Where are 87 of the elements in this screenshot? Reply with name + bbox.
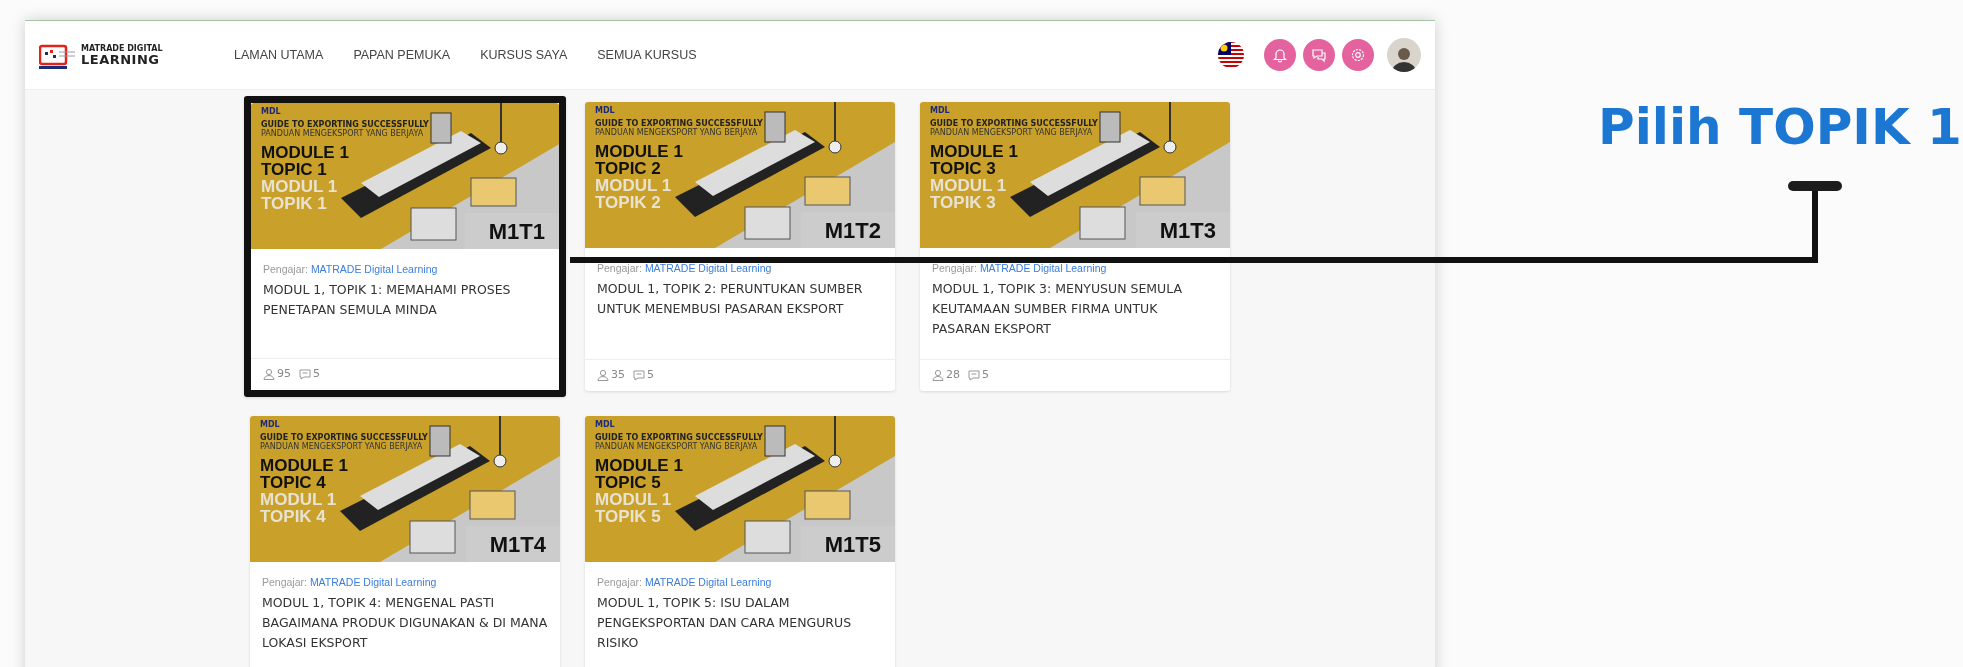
- banner-heading: MODULE 1: [260, 457, 349, 474]
- course-card[interactable]: [250, 416, 560, 667]
- banner-guide-text: GUIDE TO EXPORTING SUCCESSFULLY: [261, 120, 429, 129]
- banner-guide-text: PANDUAN MENGEKSPORT YANG BERJAYA: [260, 442, 424, 451]
- banner-guide-text: PANDUAN MENGEKSPORT YANG BERJAYA: [595, 442, 759, 451]
- person-icon: [263, 367, 275, 380]
- instructor-line: Pengajar: MATRADE Digital Learning: [597, 576, 773, 588]
- course-code-label: M1T5: [800, 526, 895, 562]
- course-title[interactable]: MODUL 1, TOPIK 2: PERUNTUKAN SUMBER UNTUK MENEMBUSI PASARAN EKSPORT: [597, 279, 883, 319]
- nav-link[interactable]: PAPAN PEMUKA: [338, 48, 466, 62]
- banner-logo-text: MDL: [595, 420, 616, 429]
- instructor-line: Pengajar: MATRADE Digital Learning: [263, 263, 439, 275]
- course-card[interactable]: [585, 416, 895, 667]
- banner-logo-text: MDL: [261, 107, 282, 116]
- logo-text: MATRADE DIGITAL: [81, 44, 163, 53]
- nav-link[interactable]: LAMAN UTAMA: [219, 48, 339, 62]
- banner-heading: MODUL 1: [595, 177, 673, 194]
- instructor-line: Pengajar: MATRADE Digital Learning: [262, 576, 438, 588]
- course-title[interactable]: MODUL 1, TOPIK 1: MEMAHAMI PROSES PENETAPAN SEMULA MINDA: [263, 280, 547, 320]
- instructor-link[interactable]: MATRADE Digital Learning: [979, 262, 1107, 274]
- nav-link[interactable]: KURSUS SAYA: [465, 48, 583, 62]
- instructor-link[interactable]: MATRADE Digital Learning: [310, 263, 438, 275]
- banner-guide-text: PANDUAN MENGEKSPORT YANG BERJAYA: [261, 129, 425, 138]
- course-title[interactable]: MODUL 1, TOPIK 3: MENYUSUN SEMULA KEUTAMAAN SUMBER FIRMA UNTUK PASARAN EKSPORT: [932, 279, 1218, 339]
- course-card[interactable]: [920, 102, 1230, 391]
- banner-guide-text: PANDUAN MENGEKSPORT YANG BERJAYA: [930, 128, 1094, 137]
- instructor-link[interactable]: MATRADE Digital Learning: [309, 576, 437, 588]
- course-code-label: M1T2: [800, 212, 895, 248]
- banner-heading: TOPIK 3: [930, 194, 997, 211]
- course-card[interactable]: [585, 102, 895, 391]
- banner-guide-text: GUIDE TO EXPORTING SUCCESSFULLY: [595, 433, 763, 442]
- banner-heading: TOPIC 5: [595, 474, 662, 491]
- course-code-label: M1T3: [1135, 212, 1230, 248]
- banner-heading: TOPIC 1: [261, 161, 328, 178]
- banner-heading: TOPIK 2: [595, 194, 662, 211]
- banner-heading: MODUL 1: [930, 177, 1008, 194]
- student-count: 28: [946, 368, 960, 381]
- comment-icon: [299, 367, 311, 380]
- banner-heading: MODULE 1: [595, 457, 684, 474]
- notifications-button[interactable]: [1264, 39, 1296, 71]
- settings-icon: [1350, 47, 1366, 63]
- banner-heading: MODUL 1: [260, 491, 338, 508]
- banner-logo-text: MDL: [260, 420, 281, 429]
- banner-heading: TOPIC 2: [595, 160, 662, 177]
- instructor-link[interactable]: MATRADE Digital Learning: [644, 262, 772, 274]
- instructor-line: Pengajar: MATRADE Digital Learning: [597, 262, 773, 274]
- logo-text: LEARNING: [81, 52, 161, 66]
- banner-heading: MODULE 1: [261, 144, 350, 161]
- banner-logo-text: MDL: [595, 106, 616, 115]
- person-icon: [932, 368, 944, 381]
- course-card[interactable]: [244, 96, 566, 397]
- user-avatar[interactable]: [1387, 38, 1421, 72]
- nav-link[interactable]: SEMUA KURSUS: [582, 48, 712, 62]
- student-count: 35: [611, 368, 625, 381]
- banner-heading: TOPIK 5: [595, 508, 662, 525]
- banner-heading: MODULE 1: [930, 143, 1019, 160]
- bell-icon: [1272, 47, 1288, 63]
- comment-count: 5: [647, 368, 654, 381]
- chat-icon: [1311, 47, 1327, 63]
- comment-count: 5: [313, 367, 320, 380]
- comment-icon: [968, 368, 980, 381]
- banner-heading: MODULE 1: [595, 143, 684, 160]
- student-count: 95: [277, 367, 291, 380]
- course-code-label: M1T1: [464, 213, 559, 249]
- course-title[interactable]: MODUL 1, TOPIK 5: ISU DALAM PENGEKSPORTAN DAN CARA MENGURUS RISIKO: [597, 593, 883, 653]
- course-title[interactable]: MODUL 1, TOPIK 4: MENGENAL PASTI BAGAIMANA PRODUK DIGUNAKAN & DI MANA LOKASI EKSPORT: [262, 593, 548, 653]
- banner-heading: TOPIC 4: [260, 474, 327, 491]
- person-icon: [597, 368, 609, 381]
- annotation-text: Pilih TOPIK 1: [1598, 98, 1962, 156]
- banner-heading: TOPIC 3: [930, 160, 997, 177]
- comment-icon: [633, 368, 645, 381]
- instructor-link[interactable]: MATRADE Digital Learning: [644, 576, 772, 588]
- instructor-line: Pengajar: MATRADE Digital Learning: [932, 262, 1108, 274]
- banner-logo-text: MDL: [930, 106, 951, 115]
- course-code-label: M1T4: [465, 526, 560, 562]
- banner-guide-text: GUIDE TO EXPORTING SUCCESSFULLY: [260, 433, 428, 442]
- settings-button[interactable]: [1342, 39, 1374, 71]
- messages-button[interactable]: [1303, 39, 1335, 71]
- banner-guide-text: PANDUAN MENGEKSPORT YANG BERJAYA: [595, 128, 759, 137]
- banner-heading: MODUL 1: [595, 491, 673, 508]
- comment-count: 5: [982, 368, 989, 381]
- malaysia-flag-icon[interactable]: [1217, 41, 1245, 69]
- banner-guide-text: GUIDE TO EXPORTING SUCCESSFULLY: [595, 119, 763, 128]
- banner-guide-text: GUIDE TO EXPORTING SUCCESSFULLY: [930, 119, 1098, 128]
- banner-heading: TOPIK 4: [260, 508, 327, 525]
- banner-heading: MODUL 1: [261, 178, 339, 195]
- banner-heading: TOPIK 1: [261, 195, 328, 212]
